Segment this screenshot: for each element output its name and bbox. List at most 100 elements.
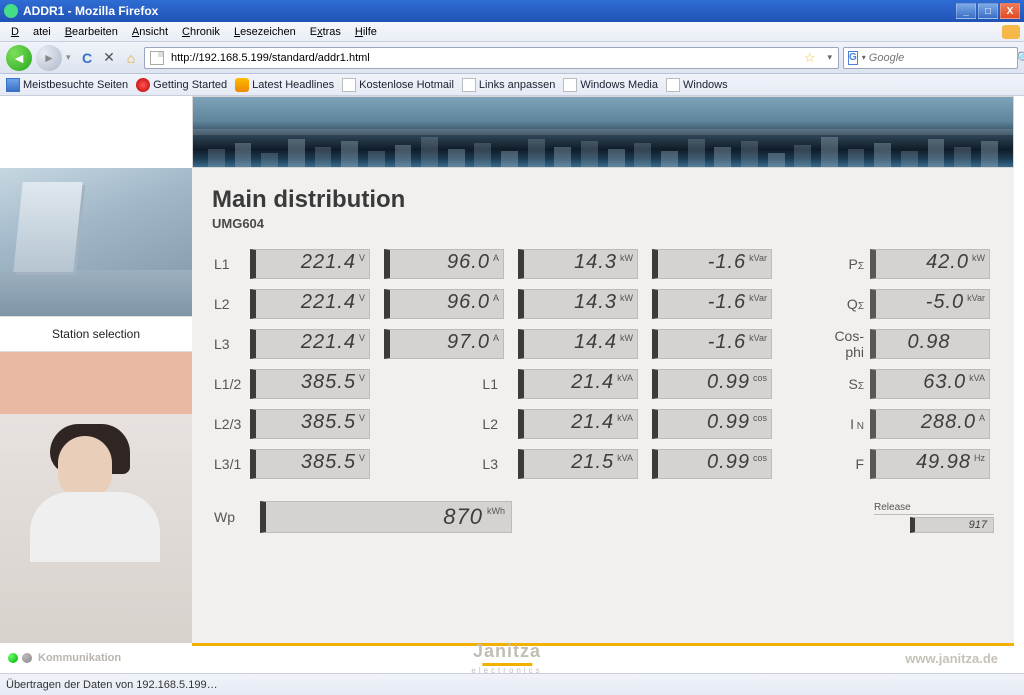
label-in: I N <box>822 416 870 432</box>
history-drop-icon[interactable]: ▾ <box>66 52 74 63</box>
release-label: Release <box>874 502 994 515</box>
window-maximize-button[interactable]: □ <box>978 3 998 19</box>
menu-hilfe[interactable]: Hilfe <box>348 24 384 40</box>
status-bar: Übertragen der Daten von 192.168.5.199… <box>0 673 1024 695</box>
bookmark-getting-started[interactable]: Getting Started <box>136 78 227 92</box>
label-kva-l1: L1 <box>384 376 504 392</box>
cos-phi: 0.98 <box>870 329 990 359</box>
forward-button[interactable]: ► <box>36 45 62 71</box>
reload-button[interactable]: C <box>78 49 96 67</box>
release-block: Release 917 <box>874 502 994 533</box>
side-image-person <box>0 414 192 643</box>
l3-current: 97.0A <box>384 329 504 359</box>
s-sum: 63.0kVA <box>870 369 990 399</box>
url-bar[interactable]: ☆ ▾ <box>144 47 839 69</box>
l2-cos: 0.99cos <box>652 409 772 439</box>
measurement-grid: L1 221.4V 96.0A 14.3kW -1.6kVar PΣ 42.0k… <box>212 247 994 481</box>
side-image-city <box>0 168 192 316</box>
led-grey-icon <box>22 653 32 663</box>
comm-leds <box>0 653 32 663</box>
menu-chronik[interactable]: Chronik <box>175 24 227 40</box>
label-kva-l3: L3 <box>384 456 504 472</box>
l1-apparent: 21.4kVA <box>518 369 638 399</box>
wp-energy: 870kWh <box>260 501 512 533</box>
nav-toolbar: ◄ ► ▾ C ✕ ⌂ ☆ ▾ G ▾ 🔍 <box>0 42 1024 74</box>
l1-reactive: -1.6kVar <box>652 249 772 279</box>
search-engine-drop-icon[interactable]: ▾ <box>862 53 869 62</box>
l3-voltage: 221.4V <box>250 329 370 359</box>
p-sum: 42.0kW <box>870 249 990 279</box>
brand-url[interactable]: www.janitza.de <box>905 651 998 666</box>
bookmark-windows-media[interactable]: Windows Media <box>563 78 658 92</box>
search-bar[interactable]: G ▾ 🔍 <box>843 47 1018 69</box>
label-psum: PΣ <box>822 256 870 272</box>
menu-datei[interactable]: Datei <box>4 24 58 40</box>
l31-voltage: 385.5V <box>250 449 370 479</box>
side-spacer <box>0 352 192 414</box>
header-banner <box>192 96 1014 168</box>
url-input[interactable] <box>169 52 798 64</box>
label-l23: L2/3 <box>212 416 250 432</box>
label-qsum: QΣ <box>822 296 870 312</box>
search-input[interactable] <box>869 52 1012 64</box>
l3-reactive: -1.6kVar <box>652 329 772 359</box>
l2-power: 14.3kW <box>518 289 638 319</box>
label-l12: L1/2 <box>212 376 250 392</box>
l12-voltage: 385.5V <box>250 369 370 399</box>
l2-current: 96.0A <box>384 289 504 319</box>
l1-cos: 0.99cos <box>652 369 772 399</box>
bookmark-meistbesuchte[interactable]: Meistbesuchte Seiten <box>6 78 128 92</box>
back-button[interactable]: ◄ <box>6 45 32 71</box>
label-l31: L3/1 <box>212 456 250 472</box>
i-neutral: 288.0A <box>870 409 990 439</box>
bookmark-windows[interactable]: Windows <box>666 78 728 92</box>
page-icon <box>150 51 164 65</box>
energy-row: Wp 870kWh Release 917 <box>212 501 994 533</box>
menu-bearbeiten[interactable]: Bearbeiten <box>58 24 125 40</box>
device-name: UMG604 <box>212 216 994 231</box>
url-drop-icon[interactable]: ▾ <box>821 52 838 63</box>
l1-current: 96.0A <box>384 249 504 279</box>
l23-voltage: 385.5V <box>250 409 370 439</box>
release-value: 917 <box>910 517 994 533</box>
stop-button[interactable]: ✕ <box>100 49 118 67</box>
label-kva-l2: L2 <box>384 416 504 432</box>
footer-panel: Kommunikation Janitza electronics www.ja… <box>0 643 1014 673</box>
menu-extras[interactable]: Extras <box>303 24 348 40</box>
bookmark-latest-headlines[interactable]: Latest Headlines <box>235 78 334 92</box>
window-close-button[interactable]: X <box>1000 3 1020 19</box>
l1-power: 14.3kW <box>518 249 638 279</box>
bookmark-star-icon[interactable]: ☆ <box>798 50 822 66</box>
l2-apparent: 21.4kVA <box>518 409 638 439</box>
l2-voltage: 221.4V <box>250 289 370 319</box>
l1-voltage: 221.4V <box>250 249 370 279</box>
menu-bar: Datei Bearbeiten Ansicht Chronik Lesezei… <box>0 22 1024 42</box>
search-engine-icon[interactable]: G <box>848 51 858 65</box>
bookmark-hotmail[interactable]: Kostenlose Hotmail <box>342 78 454 92</box>
window-title: ADDR1 - Mozilla Firefox <box>23 4 158 18</box>
main-panel: Main distribution UMG604 L1 221.4V 96.0A… <box>192 168 1014 643</box>
label-l2: L2 <box>212 296 250 312</box>
label-l3: L3 <box>212 336 250 352</box>
bookmark-links-anpassen[interactable]: Links anpassen <box>462 78 555 92</box>
brand-logo: Janitza electronics <box>471 641 542 673</box>
label-ssum: SΣ <box>822 376 870 392</box>
home-button[interactable]: ⌂ <box>122 49 140 67</box>
search-go-icon[interactable]: 🔍 <box>1012 51 1024 65</box>
station-selection-button[interactable]: Station selection <box>0 316 192 352</box>
l3-power: 14.4kW <box>518 329 638 359</box>
menu-lesezeichen[interactable]: Lesezeichen <box>227 24 303 40</box>
l2-reactive: -1.6kVar <box>652 289 772 319</box>
side-column: Station selection <box>0 168 192 643</box>
page-content: Station selection Main distribution UMG6… <box>0 96 1024 673</box>
label-l1: L1 <box>212 256 250 272</box>
menu-ansicht[interactable]: Ansicht <box>125 24 175 40</box>
frequency: 49.98Hz <box>870 449 990 479</box>
label-wp: Wp <box>212 509 250 525</box>
l3-cos: 0.99cos <box>652 449 772 479</box>
window-titlebar: ADDR1 - Mozilla Firefox _ □ X <box>0 0 1024 22</box>
q-sum: -5.0kVar <box>870 289 990 319</box>
throbber-icon <box>1002 25 1020 39</box>
window-minimize-button[interactable]: _ <box>956 3 976 19</box>
bookmarks-bar: Meistbesuchte Seiten Getting Started Lat… <box>0 74 1024 96</box>
